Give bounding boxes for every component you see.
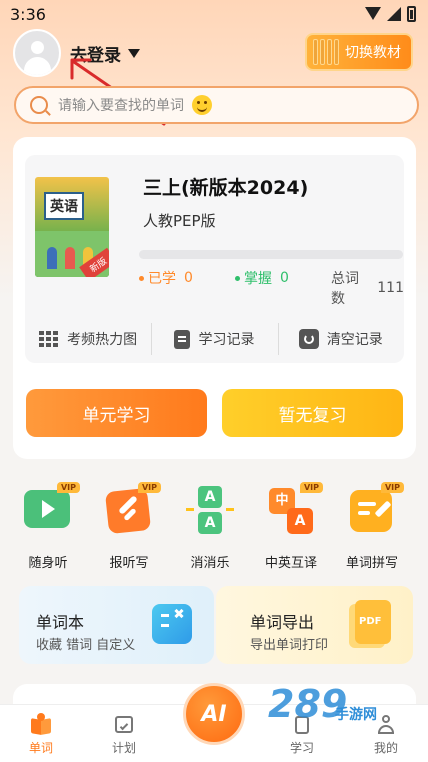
signal-icon <box>387 7 401 21</box>
feature-spelling[interactable]: VIP 单词拼写 <box>334 482 410 571</box>
unit-study-button[interactable]: 单元学习 <box>26 389 207 437</box>
mastered-dot <box>235 275 240 281</box>
nav-study-label: 学习 <box>289 741 314 755</box>
vip-badge: VIP <box>137 482 161 493</box>
total-value: 111 <box>377 280 404 296</box>
smile-emoji-icon <box>192 95 212 115</box>
spelling-icon: VIP <box>346 482 404 536</box>
status-time: 3:36 <box>10 5 46 24</box>
cover-figure <box>65 247 75 269</box>
export-subtitle: 导出单词打印 <box>250 638 329 653</box>
feature-label: 报听写 <box>109 556 149 571</box>
clear-record-button[interactable]: 清空记录 <box>277 315 404 363</box>
nav-words[interactable]: 单词 <box>11 713 71 756</box>
switch-textbook-label: 切换教材 <box>345 45 401 61</box>
progress-bar <box>139 250 403 259</box>
mastered-value: 0 <box>280 270 289 286</box>
nav-plan-label: 计划 <box>111 741 136 755</box>
total-label: 总词数 <box>331 271 359 307</box>
feature-row: VIP 随身听 VIP 报听写 A A 消消乐 中 A VIP 中英互译 VIP… <box>0 482 428 574</box>
grid-icon <box>39 331 59 347</box>
nav-words-label: 单词 <box>28 741 53 755</box>
export-card[interactable]: 单词导出 导出单词打印 PDF <box>216 586 413 664</box>
heatmap-label: 考频热力图 <box>67 332 138 348</box>
translate-icon: 中 A VIP <box>265 482 323 536</box>
pdf-badge: PDF <box>359 616 382 627</box>
nav-plan[interactable]: 计划 <box>94 713 154 756</box>
calendar-icon <box>112 713 136 735</box>
nav-mine-label: 我的 <box>373 741 398 755</box>
feature-listen[interactable]: VIP 随身听 <box>10 482 86 571</box>
play-icon: VIP <box>22 482 80 536</box>
heatmap-button[interactable]: 考频热力图 <box>25 315 151 363</box>
learned-dot <box>139 275 144 281</box>
wordbook-title: 单词本 <box>36 613 85 632</box>
study-record-label: 学习记录 <box>198 332 255 348</box>
feature-label: 中英互译 <box>264 556 317 571</box>
pdf-icon: PDF <box>355 600 391 644</box>
search-input[interactable]: 请输入要查找的单词 <box>14 86 419 124</box>
textbook-card: 英语 新版 三上(新版本2024) 人教PEP版 已学 0 掌握 0 总词数 1… <box>13 137 416 459</box>
feature-label: 单词拼写 <box>345 556 398 571</box>
books-icon <box>313 39 339 65</box>
letter-blocks-icon: A A <box>184 484 236 536</box>
status-icons <box>365 6 416 22</box>
pen-icon: VIP <box>103 482 161 536</box>
total-stat: 总词数 111 <box>331 268 404 308</box>
vip-badge: VIP <box>299 482 323 493</box>
study-record-button[interactable]: 学习记录 <box>151 315 277 363</box>
feature-label: 随身听 <box>28 556 68 571</box>
wifi-icon <box>365 7 381 21</box>
clear-record-label: 清空记录 <box>326 332 383 348</box>
ai-button[interactable]: AI <box>183 683 245 745</box>
battery-icon <box>407 6 416 22</box>
feature-dictation[interactable]: VIP 报听写 <box>91 482 167 571</box>
wordbook-card[interactable]: 单词本 收藏 错词 自定义 <box>19 586 214 664</box>
book-title: 三上(新版本2024) <box>143 177 309 199</box>
wordbook-subtitle: 收藏 错词 自定义 <box>36 638 136 653</box>
avatar-head <box>31 41 44 54</box>
cover-label: 英语 <box>44 192 84 220</box>
feature-translate[interactable]: 中 A VIP 中英互译 <box>253 482 329 571</box>
feature-match[interactable]: A A 消消乐 <box>172 484 248 571</box>
learned-stat: 已学 0 <box>139 268 193 288</box>
tool-row: 考频热力图 学习记录 清空记录 <box>25 315 404 363</box>
vip-badge: VIP <box>380 482 404 493</box>
book-publisher: 人教PEP版 <box>143 212 216 230</box>
review-button[interactable]: 暂无复习 <box>222 389 403 437</box>
vip-badge: VIP <box>56 482 80 493</box>
feature-label: 消消乐 <box>190 556 230 571</box>
avatar-body <box>24 57 51 75</box>
refresh-icon <box>298 329 319 349</box>
watermark-text: 手游网 <box>335 707 377 723</box>
book-panel[interactable]: 英语 新版 三上(新版本2024) 人教PEP版 已学 0 掌握 0 总词数 1… <box>25 155 404 363</box>
avatar[interactable] <box>13 29 61 77</box>
search-icon <box>30 96 48 114</box>
document-icon <box>174 329 191 349</box>
book-cover: 英语 新版 <box>35 177 109 277</box>
review-label: 暂无复习 <box>278 405 347 426</box>
learned-value: 0 <box>184 270 193 286</box>
learned-label: 已学 <box>148 271 176 287</box>
status-bar: 3:36 <box>0 0 428 30</box>
search-placeholder: 请输入要查找的单词 <box>58 98 184 114</box>
profile-icon <box>374 713 398 735</box>
export-title: 单词导出 <box>250 613 315 632</box>
book-icon <box>29 713 53 735</box>
mastered-label: 掌握 <box>244 271 272 287</box>
ai-label: AI <box>201 701 227 727</box>
cover-figure <box>47 247 57 269</box>
wordbook-icon <box>152 604 192 644</box>
switch-textbook-button[interactable]: 切换教材 <box>305 33 413 71</box>
mastered-stat: 掌握 0 <box>235 268 289 288</box>
unit-study-label: 单元学习 <box>82 405 151 426</box>
